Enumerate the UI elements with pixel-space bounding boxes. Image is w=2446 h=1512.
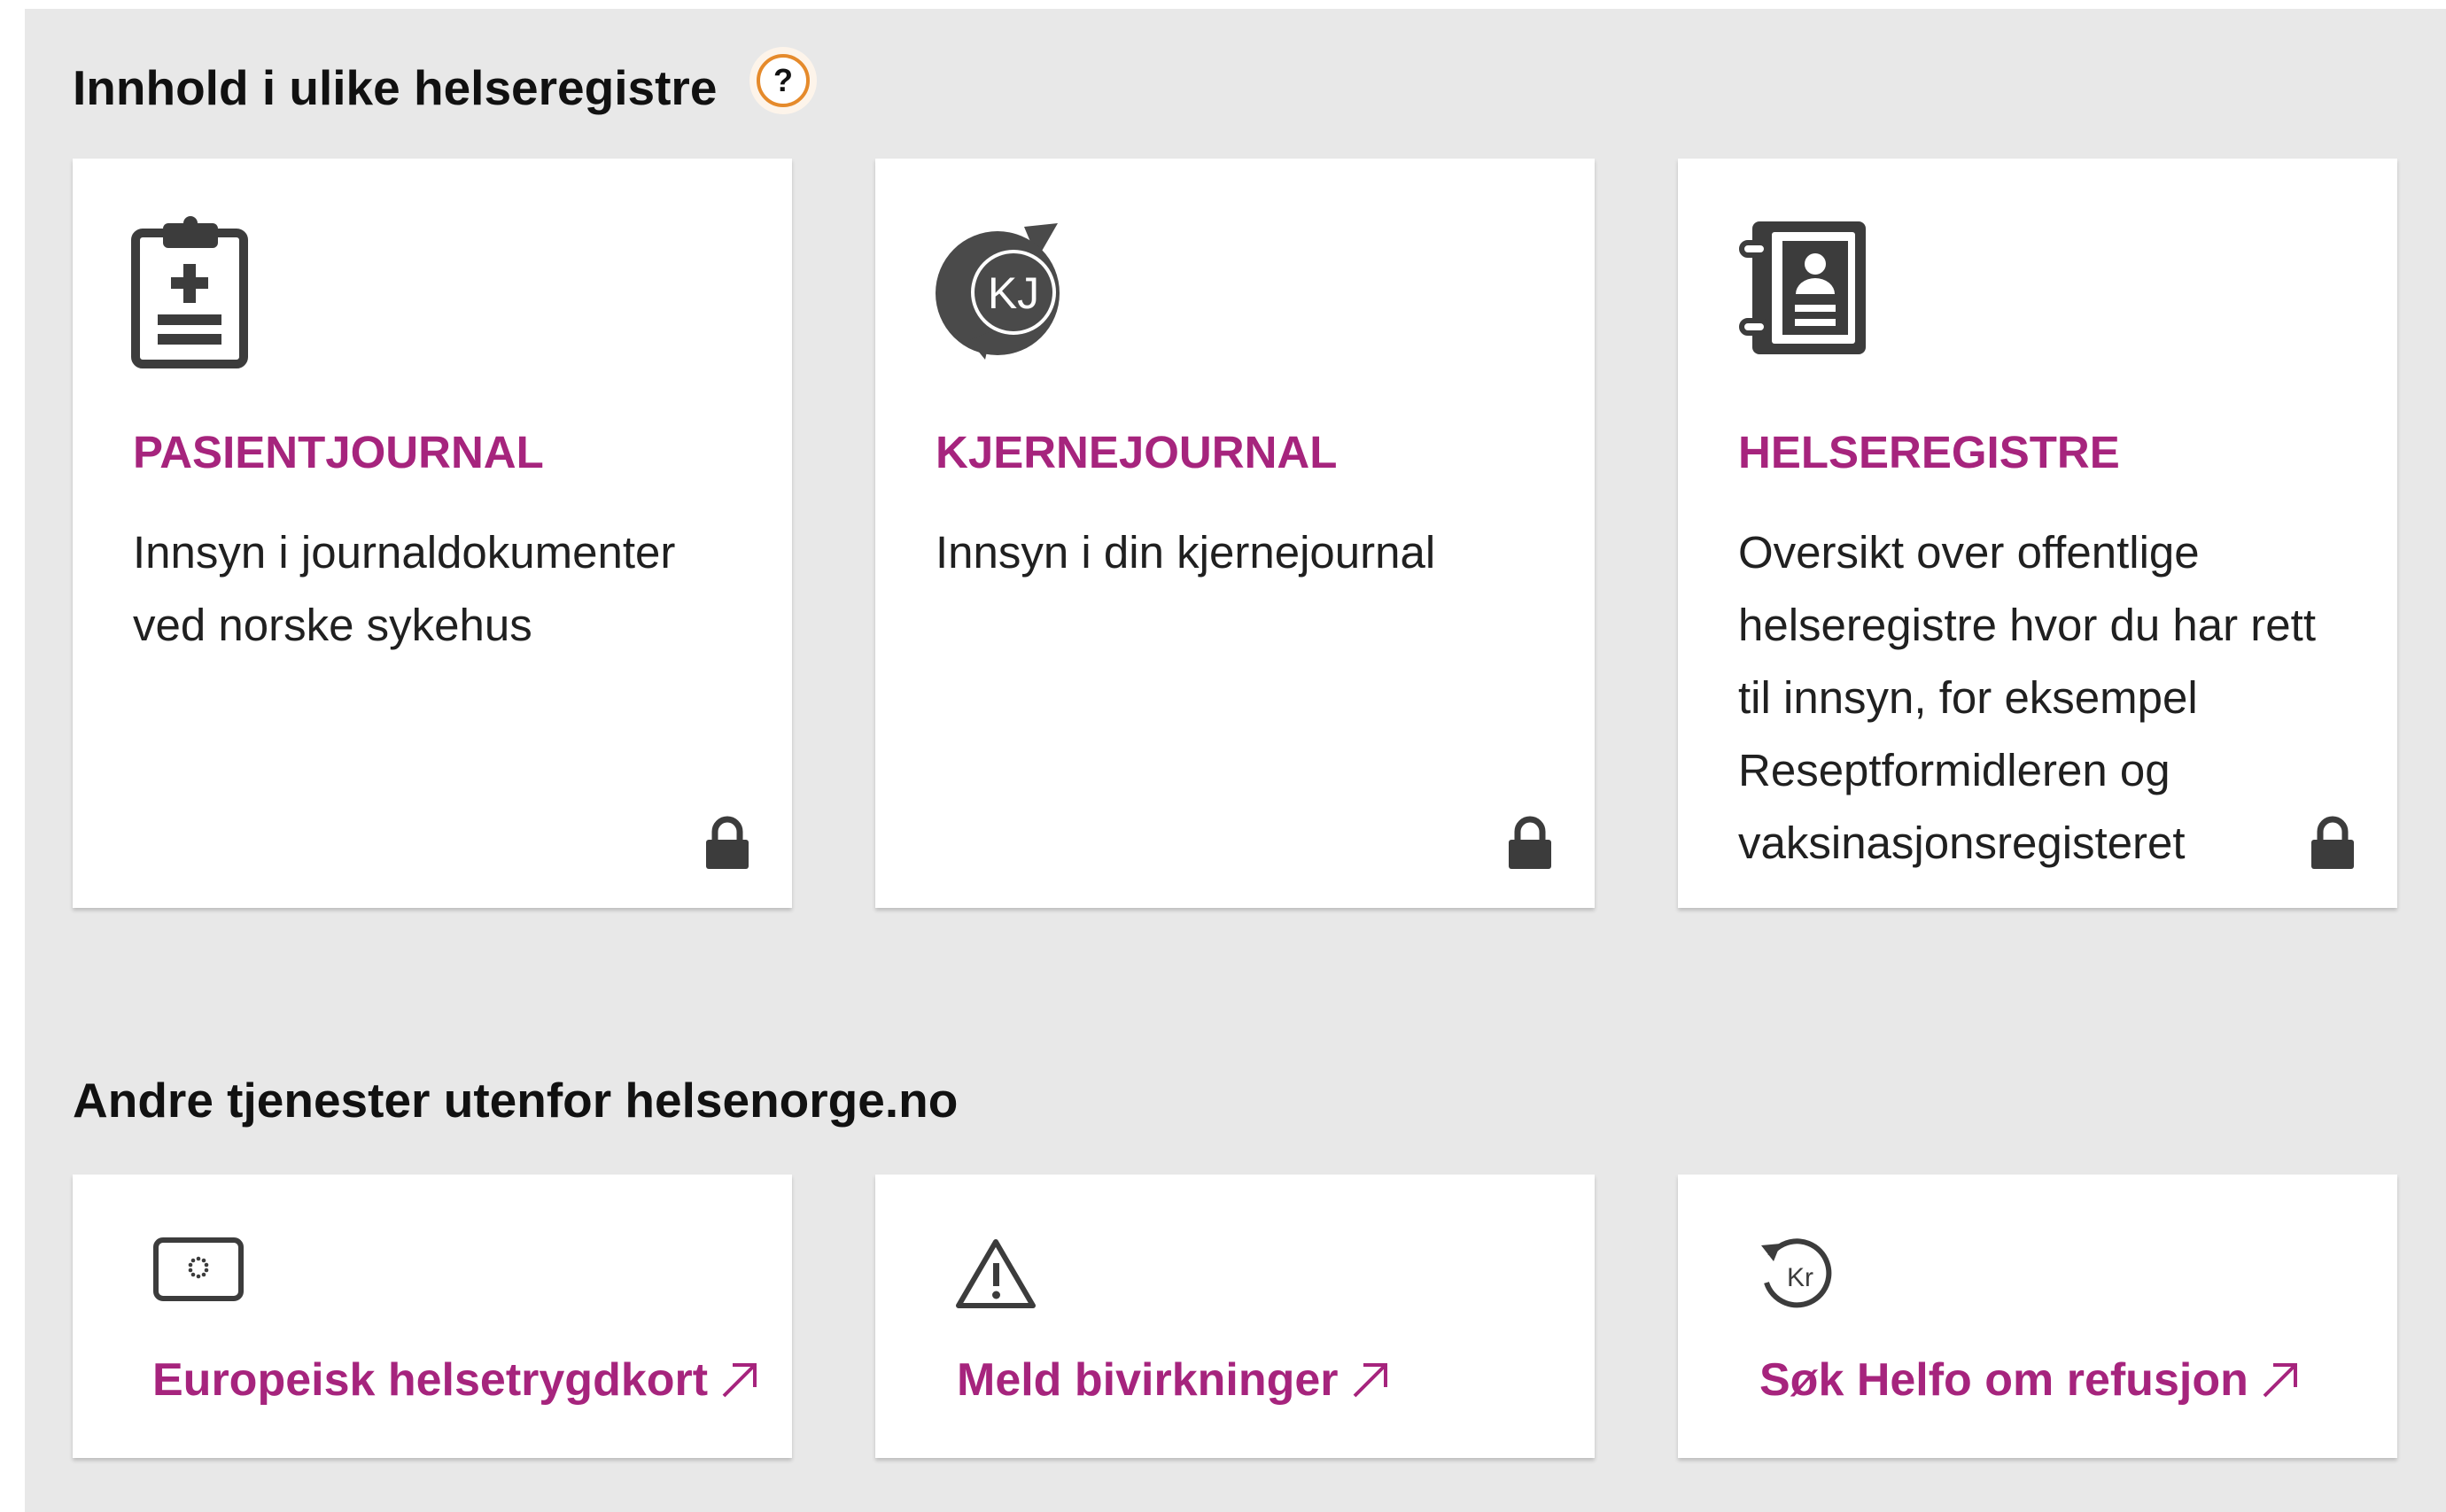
external-link-icon (722, 1363, 757, 1398)
help-icon: ? (757, 54, 810, 107)
card-helseregistre[interactable]: HELSEREGISTRE Oversikt over offentlige h… (1678, 159, 2397, 908)
link-label: Europeisk helsetrygdkort (152, 1354, 709, 1406)
other-services-heading: Andre tjenester utenfor helsenorge.no (73, 1073, 959, 1128)
svg-text:KJ: KJ (988, 268, 1039, 318)
card-europeisk-helsetrygdkort[interactable]: Europeisk helsetrygdkort (73, 1175, 792, 1458)
lock-icon (1509, 816, 1551, 869)
card-meld-bivirkninger[interactable]: Meld bivirkninger (875, 1175, 1595, 1458)
card-description: Oversikt over offentlige helseregistre h… (1738, 527, 2316, 868)
svg-text:Kr: Kr (1787, 1263, 1813, 1292)
external-link-icon (2263, 1363, 2297, 1398)
lock-icon (706, 816, 749, 869)
clipboard-medical-icon (131, 216, 248, 368)
card-sok-helfo-om-refusjon[interactable]: Kr Søk Helfo om refusjon (1678, 1175, 2397, 1458)
link-label: Meld bivirkninger (957, 1354, 1339, 1406)
refund-kr-icon: Kr (1761, 1238, 1832, 1308)
card-title: PASIENTJOURNAL (133, 427, 544, 477)
warning-triangle-icon (956, 1239, 1036, 1308)
card-pasientjournal[interactable]: PASIENTJOURNAL Innsyn i journaldokumente… (73, 159, 792, 908)
help-button[interactable]: ? (749, 47, 817, 114)
card-kjernejournal[interactable]: KJ KJERNEJOURNAL Innsyn i din kjernejour… (875, 159, 1595, 908)
card-title: HELSEREGISTRE (1738, 427, 2120, 477)
card-description: Innsyn i din kjernejournal (936, 527, 1436, 578)
card-title: KJERNEJOURNAL (936, 427, 1338, 477)
europeisk-helsetrygdkort-link[interactable]: Europeisk helsetrygdkort (152, 1357, 759, 1403)
content-panel: Innhold i ulike helseregistre ? PASIENTJ… (25, 9, 2446, 1512)
meld-bivirkninger-link[interactable]: Meld bivirkninger (957, 1357, 1390, 1403)
card-description: Innsyn i journaldokumenter ved norske sy… (133, 527, 676, 650)
contact-book-icon (1739, 221, 1866, 354)
sok-helfo-om-refusjon-link[interactable]: Søk Helfo om refusjon (1759, 1357, 2300, 1403)
registries-heading: Innhold i ulike helseregistre (73, 60, 718, 115)
kjernejournal-logo-icon: KJ (936, 223, 1060, 360)
eu-health-card-icon (153, 1237, 244, 1301)
link-label: Søk Helfo om refusjon (1759, 1354, 2248, 1406)
lock-icon (2311, 816, 2354, 869)
external-link-icon (1353, 1363, 1387, 1398)
